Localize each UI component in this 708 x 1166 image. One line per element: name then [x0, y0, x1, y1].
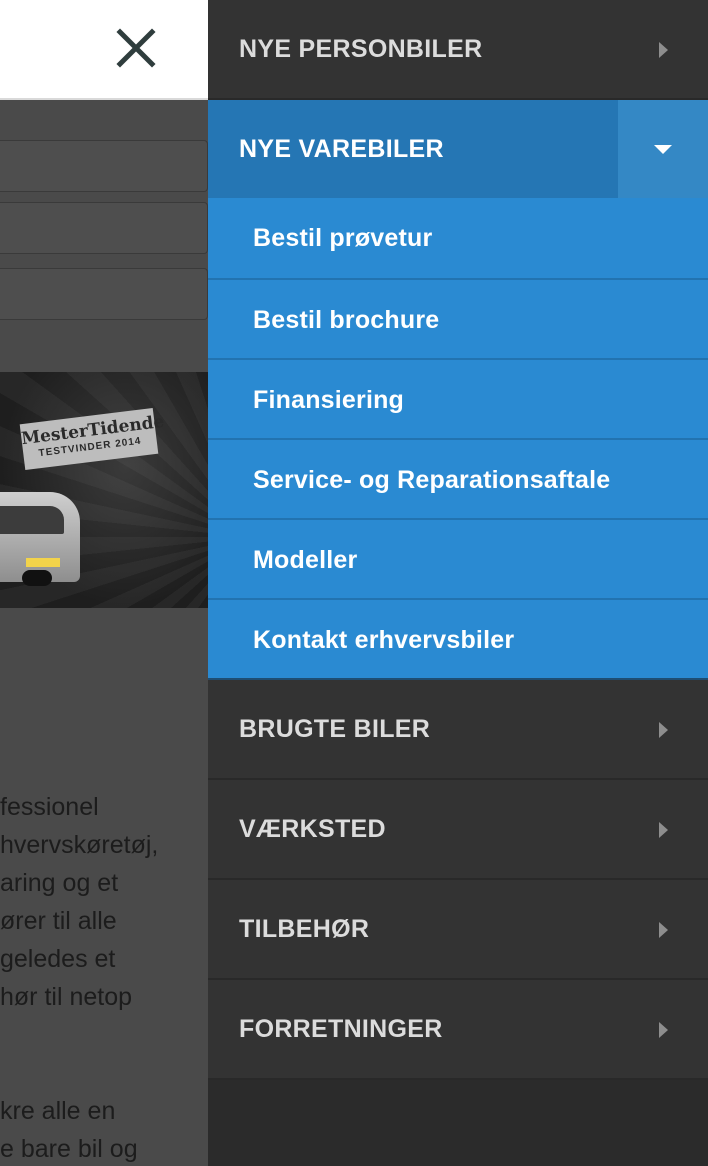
chevron-right-icon: [659, 42, 668, 58]
body-line: e bare bil og: [0, 1135, 138, 1163]
body-line: ører til alle: [0, 907, 117, 935]
page-behind-overlay: MesterTidende TESTVINDER 2014 fessionel …: [0, 0, 208, 1166]
body-line: kre alle en: [0, 1097, 116, 1125]
chevron-right-icon: [659, 722, 668, 738]
body-line: hvervskøretøj,: [0, 831, 159, 859]
chevron-right-icon: [659, 1022, 668, 1038]
promo-banner: MesterTidende TESTVINDER 2014: [0, 372, 208, 608]
submenu-item-label: Finansiering: [253, 386, 405, 414]
menu-item-label: NYE PERSONBILER: [239, 35, 483, 63]
nav-menu: NYE PERSONBILER NYE VAREBILER Bestil prø…: [208, 0, 708, 1166]
submenu-item-bestil-brochure[interactable]: Bestil brochure: [208, 278, 708, 358]
submenu-item-service-aftale[interactable]: Service- og Reparationsaftale: [208, 438, 708, 518]
submenu-item-modeller[interactable]: Modeller: [208, 518, 708, 598]
body-text: fessionel hvervskøretøj, aring og et øre…: [0, 788, 208, 1166]
close-icon: [116, 28, 156, 68]
header-bar: [0, 0, 208, 100]
chevron-right-icon: [659, 822, 668, 838]
menu-item-label: NYE VAREBILER: [239, 135, 444, 163]
menu-item-forretninger[interactable]: FORRETNINGER: [208, 980, 708, 1080]
submenu-item-label: Kontakt erhvervsbiler: [253, 626, 515, 654]
menu-item-tilbehoer[interactable]: TILBEHØR: [208, 880, 708, 980]
van-image: [0, 492, 80, 586]
submenu-item-label: Bestil brochure: [253, 306, 440, 334]
submenu: Bestil prøvetur Bestil brochure Finansie…: [208, 198, 708, 678]
submenu-item-label: Bestil prøvetur: [253, 224, 433, 252]
menu-item-nye-varebiler[interactable]: NYE VAREBILER: [208, 100, 708, 198]
menu-item-nye-personbiler[interactable]: NYE PERSONBILER: [208, 0, 708, 100]
caret-down-icon: [654, 145, 672, 154]
submenu-item-label: Service- og Reparationsaftale: [253, 466, 611, 494]
van-wheel: [22, 570, 52, 586]
submenu-item-label: Modeller: [253, 546, 358, 574]
submenu-toggle-button[interactable]: [618, 100, 708, 198]
chevron-right-icon: [659, 922, 668, 938]
menu-item-label: TILBEHØR: [239, 915, 370, 943]
close-menu-button[interactable]: [112, 24, 160, 72]
menu-item-vaerksted[interactable]: VÆRKSTED: [208, 780, 708, 880]
menu-item-label: FORRETNINGER: [239, 1015, 443, 1043]
menu-item-label: VÆRKSTED: [239, 815, 386, 843]
menu-item-label: BRUGTE BILER: [239, 715, 431, 743]
dimmed-field: [0, 202, 208, 254]
dimmed-field: [0, 140, 208, 192]
dimmed-field: [0, 268, 208, 320]
van-plate: [26, 558, 60, 567]
body-line: fessionel: [0, 793, 99, 821]
van-window: [0, 506, 64, 534]
submenu-item-finansiering[interactable]: Finansiering: [208, 358, 708, 438]
submenu-item-bestil-proevetur[interactable]: Bestil prøvetur: [208, 198, 708, 278]
menu-item-brugte-biler[interactable]: BRUGTE BILER: [208, 680, 708, 780]
body-line: aring og et: [0, 869, 119, 897]
body-line: geledes et: [0, 945, 116, 973]
body-line: hør til netop: [0, 983, 133, 1011]
submenu-item-kontakt-erhvervsbiler[interactable]: Kontakt erhvervsbiler: [208, 598, 708, 678]
